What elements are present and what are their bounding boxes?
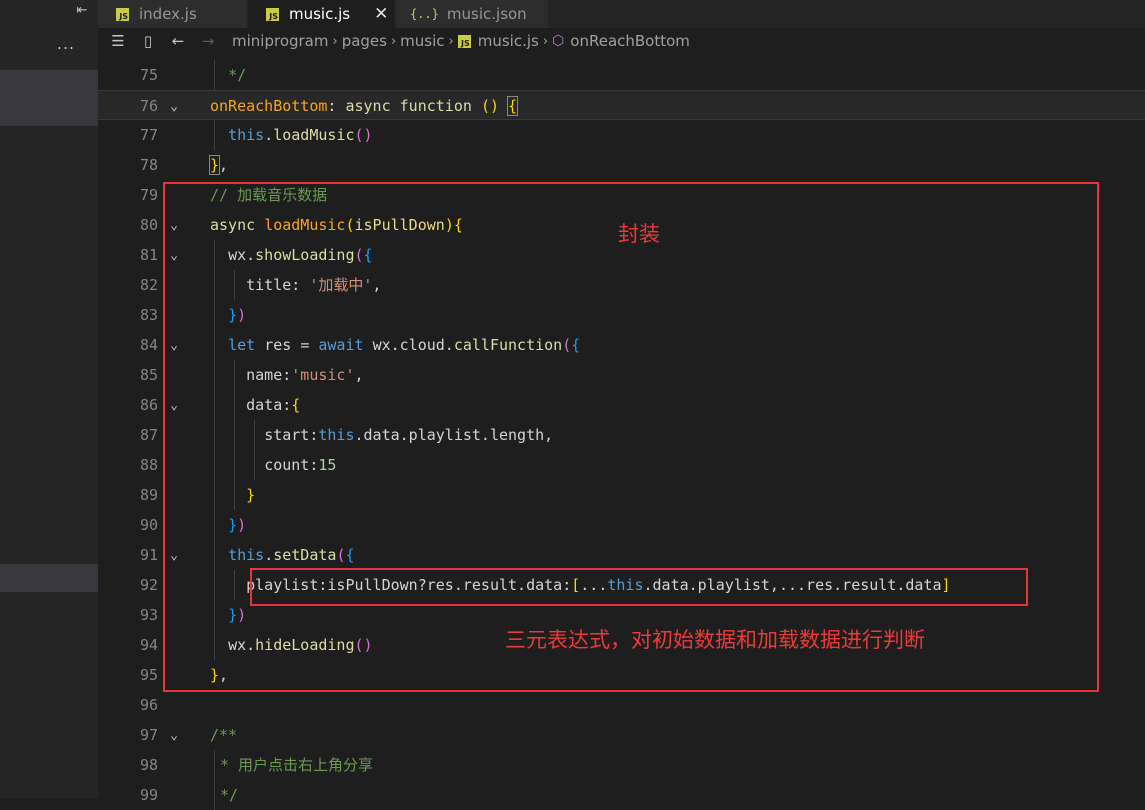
- breadcrumb-item[interactable]: music.js: [478, 32, 539, 50]
- chevron-down-icon[interactable]: ⌄: [166, 91, 182, 121]
- js-file-icon: JS: [116, 7, 129, 21]
- tab-label: music.js: [289, 5, 351, 23]
- line-number: 97: [139, 726, 158, 744]
- tab-label: index.js: [139, 5, 197, 23]
- tab-music-js[interactable]: JS music.js ✕: [248, 0, 394, 28]
- line-number: 81: [139, 246, 158, 264]
- method-name: onReachBottom: [210, 97, 328, 115]
- method-cube-icon: ⬡: [552, 33, 565, 49]
- line-number: 92: [139, 576, 158, 594]
- annotation-box-encapsulate: [163, 182, 1099, 692]
- line-number: 84: [139, 336, 158, 354]
- code-line[interactable]: 96: [98, 690, 1145, 720]
- line-number: 82: [139, 276, 158, 294]
- line-number: 93: [139, 606, 158, 624]
- json-file-icon: {..}: [410, 7, 439, 21]
- code-line-current[interactable]: 76 ⌄ onReachBottom: async function () {: [98, 90, 1145, 120]
- breadcrumb: ☰ ▯ ← → miniprogram › pages › music › JS…: [98, 28, 1145, 54]
- chevron-down-icon[interactable]: ⌄: [166, 720, 182, 750]
- back-arrow-icon[interactable]: ←: [168, 32, 188, 50]
- js-file-icon: JS: [457, 34, 471, 48]
- chevron-right-icon: ›: [448, 33, 454, 49]
- js-file-icon: JS: [266, 7, 279, 21]
- chevron-right-icon: ›: [542, 33, 549, 49]
- annotation-label-encapsulate: 封装: [618, 222, 660, 246]
- line-number: 89: [139, 486, 158, 504]
- code-text: },: [208, 155, 229, 175]
- line-number: 79: [139, 186, 158, 204]
- function-name: loadMusic: [273, 126, 355, 144]
- code-text: onReachBottom: async function () {: [210, 96, 519, 116]
- code-text: this.loadMusic(): [228, 126, 373, 144]
- line-number: 77: [139, 126, 158, 144]
- comment: /**: [210, 726, 238, 744]
- code-line[interactable]: 97 ⌄ /**: [98, 720, 1145, 750]
- breadcrumb-item[interactable]: miniprogram: [232, 32, 328, 50]
- line-number: 83: [139, 306, 158, 324]
- more-actions-icon[interactable]: ...: [54, 36, 78, 54]
- line-number: 88: [139, 456, 158, 474]
- code-line[interactable]: 75 */: [98, 60, 1145, 90]
- line-number: 85: [139, 366, 158, 384]
- comment: */: [228, 66, 247, 84]
- line-number: 75: [139, 66, 158, 84]
- chevron-right-icon: ›: [332, 33, 338, 49]
- tab-index-js[interactable]: JS index.js: [98, 0, 246, 28]
- collapse-sidebar-icon[interactable]: ⇤: [70, 0, 94, 20]
- line-number: 95: [139, 666, 158, 684]
- line-number: 98: [139, 756, 158, 774]
- explorer-sidebar: ⇤ ...: [0, 0, 98, 798]
- line-number: 94: [139, 636, 158, 654]
- code-line[interactable]: 77 this.loadMusic(): [98, 120, 1145, 150]
- forward-arrow-icon[interactable]: →: [198, 32, 218, 50]
- annotation-label-ternary: 三元表达式，对初始数据和加载数据进行判断: [505, 628, 925, 652]
- chevron-right-icon: ›: [390, 33, 397, 49]
- list-icon[interactable]: ☰: [108, 32, 128, 50]
- sidebar-selection[interactable]: [0, 70, 98, 126]
- breadcrumb-item[interactable]: pages: [342, 32, 387, 50]
- code-text: */: [210, 60, 246, 90]
- line-number: 86: [139, 396, 158, 414]
- tab-music-json[interactable]: {..} music.json: [396, 0, 548, 28]
- line-number: 90: [139, 516, 158, 534]
- line-number: 80: [139, 216, 158, 234]
- sidebar-selection[interactable]: [0, 564, 98, 592]
- breadcrumb-item[interactable]: onReachBottom: [570, 32, 690, 50]
- code-line[interactable]: 99 */: [98, 780, 1145, 810]
- line-number: 99: [139, 786, 158, 804]
- annotation-box-ternary: [250, 568, 1028, 606]
- comment: */: [220, 786, 239, 804]
- close-icon[interactable]: ✕: [374, 4, 388, 24]
- comment: * 用户点击右上角分享: [220, 756, 374, 774]
- line-number: 87: [139, 426, 158, 444]
- code-line[interactable]: 78 },: [98, 150, 1145, 180]
- code-line[interactable]: 98 * 用户点击右上角分享: [98, 750, 1145, 780]
- line-number: 91: [139, 546, 158, 564]
- tab-label: music.json: [446, 5, 527, 23]
- line-number: 96: [139, 696, 158, 714]
- editor-tab-bar: JS index.js JS music.js ✕ {..} music.jso…: [98, 0, 1145, 28]
- breadcrumb-item[interactable]: music: [400, 32, 444, 50]
- line-number: 76: [139, 97, 158, 115]
- line-number: 78: [139, 156, 158, 174]
- bookmark-icon[interactable]: ▯: [138, 32, 158, 50]
